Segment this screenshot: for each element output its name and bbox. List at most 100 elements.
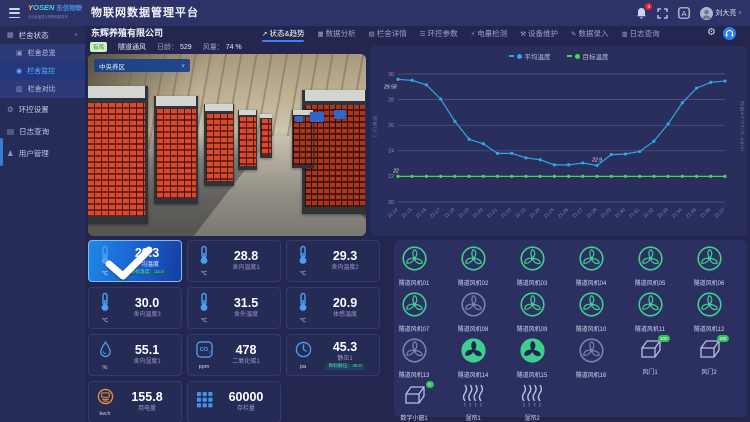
- language-icon[interactable]: A: [678, 7, 690, 19]
- sensor-card-舍内温度1[interactable]: ℃ 28.8舍内温度1: [187, 240, 281, 282]
- svg-text:21:28: 21:28: [585, 207, 598, 220]
- svg-text:21:22: 21:22: [500, 207, 513, 220]
- device-隧道风机13[interactable]: 隧道风机13: [385, 337, 443, 379]
- sensor-card-二氧化碳1[interactable]: CO2ppm 478二氧化碳1: [187, 334, 281, 376]
- settings-gear-icon[interactable]: ⚙: [707, 27, 716, 38]
- day-age: 日龄：529: [157, 42, 192, 52]
- tab-2[interactable]: ▤栏舍详情: [369, 28, 407, 39]
- tab-6[interactable]: ✎数据录入: [571, 28, 608, 39]
- tab-4[interactable]: ⚡电量检测: [471, 28, 508, 39]
- sidebar-menu-1[interactable]: ▤日志查询: [0, 120, 85, 142]
- svg-text:21:24: 21:24: [529, 207, 542, 220]
- sidebar-item-1[interactable]: ◉栏舍监控: [0, 62, 85, 80]
- sensor-card-舍内湿度1[interactable]: % 55.1舍内湿度1: [88, 334, 182, 376]
- svg-text:21:31: 21:31: [628, 207, 641, 220]
- damper-icon: 0: [401, 383, 428, 410]
- user-icon: ♟: [7, 149, 14, 158]
- sidebar-scroll-indicator[interactable]: [0, 138, 3, 166]
- logo-tagline: 自动化畜牧业物联网服务商: [28, 13, 85, 22]
- device-隧道风机15[interactable]: 隧道风机15: [503, 337, 561, 379]
- sensor-card-用电量[interactable]: kw.h 155.8用电量: [88, 381, 182, 422]
- sensor-label: 存栏量: [237, 406, 255, 414]
- thermometer-icon: [198, 245, 210, 270]
- device-隧道风机04[interactable]: 隧道风机04: [562, 245, 620, 287]
- device-隧道风机12[interactable]: 隧道风机12: [680, 291, 738, 333]
- svg-text:22: 22: [392, 168, 399, 174]
- sensor-label: 舍内温度3: [133, 312, 160, 320]
- tab-0[interactable]: ↗状态&趋势: [262, 28, 304, 39]
- thermometer-icon: [99, 245, 111, 270]
- zone-dropdown[interactable]: 中央养区 ∨: [94, 59, 190, 72]
- svg-text:22.9: 22.9: [591, 158, 602, 164]
- device-湿帘2[interactable]: 湿帘2: [503, 383, 561, 422]
- device-隧道风机16[interactable]: 隧道风机16: [562, 337, 620, 379]
- device-隧道风机14[interactable]: 隧道风机14: [444, 337, 502, 379]
- svg-text:21:32: 21:32: [642, 207, 655, 220]
- sidebar-group-status[interactable]: ▦ 栏舍状态 ∧: [0, 26, 85, 44]
- sensor-card-平均温度[interactable]: ℃ 29.3平均温度目标温度：22.0: [88, 240, 182, 282]
- device-隧道风机09[interactable]: 隧道风机09: [503, 291, 561, 333]
- device-label: 隧道风机11: [621, 324, 679, 333]
- tab-3[interactable]: ☰环控参数: [420, 28, 458, 39]
- sensor-unit: ℃: [300, 271, 306, 277]
- tab-5[interactable]: ⚒设备维护: [520, 28, 558, 39]
- sidebar-item-0[interactable]: ▣栏舍总览: [0, 44, 85, 62]
- fan-icon: [637, 291, 664, 318]
- company-selector[interactable]: 东辉养殖有限公司: [91, 26, 163, 41]
- device-隧道风机07[interactable]: 隧道风机07: [385, 291, 443, 333]
- legend-avg-temp[interactable]: 平均温度: [509, 51, 551, 61]
- bell-icon[interactable]: 4: [636, 7, 647, 19]
- sensor-label: 用电量: [138, 406, 156, 414]
- fan-icon: [519, 245, 546, 272]
- sensor-card-静压1[interactable]: pa 45.3静压1目标静压：45.0: [286, 334, 380, 376]
- fullscreen-icon[interactable]: [657, 8, 668, 19]
- device-湿帘1[interactable]: 湿帘1: [444, 383, 502, 422]
- device-隧道风机08[interactable]: 隧道风机08: [444, 291, 502, 333]
- trend-icon: ↗: [262, 30, 267, 38]
- collapse-sidebar-icon[interactable]: [9, 8, 20, 18]
- brand-logo: YOSEN东信物联 自动化畜牧业物联网服务商: [28, 3, 88, 22]
- sidebar-menu-2[interactable]: ♟用户管理: [0, 142, 85, 164]
- tab-1[interactable]: ▦数据分析: [317, 28, 355, 39]
- user-menu[interactable]: 刘大亮 ∨: [700, 7, 742, 20]
- svg-text:21:34: 21:34: [671, 207, 684, 220]
- device-隧道风机05[interactable]: 隧道风机05: [621, 245, 679, 287]
- fan-icon: [578, 291, 605, 318]
- device-label: 风门1: [621, 367, 679, 376]
- legend-target-temp[interactable]: 目标温度: [567, 51, 609, 61]
- svg-text:26: 26: [388, 123, 394, 129]
- sidebar-menu-0[interactable]: ⚙环控设置: [0, 98, 85, 120]
- device-隧道风机03[interactable]: 隧道风机03: [503, 245, 561, 287]
- device-label: 隧道风机02: [444, 278, 502, 287]
- device-隧道风机11[interactable]: 隧道风机11: [621, 291, 679, 333]
- fan-icon: [578, 245, 605, 272]
- sidebar-item-2[interactable]: ▥栏舍对比: [0, 80, 85, 98]
- device-风门2[interactable]: 100 风门2: [680, 337, 738, 376]
- device-隧道风机02[interactable]: 隧道风机02: [444, 245, 502, 287]
- logo-osen: OSEN: [33, 3, 54, 12]
- cage-rack: [204, 104, 234, 186]
- svg-text:21:23: 21:23: [514, 207, 527, 220]
- sensor-card-体感温度[interactable]: ℃ 20.9体感温度: [286, 287, 380, 329]
- sensor-card-舍外温度[interactable]: ℃ 31.5舍外温度: [187, 287, 281, 329]
- sensor-unit: ℃: [201, 318, 207, 324]
- sensor-card-舍内温度3[interactable]: ℃ 30.0舍内温度3: [88, 287, 182, 329]
- device-隧道风机06[interactable]: 隧道风机06: [680, 245, 738, 287]
- sensor-card-存栏量[interactable]: 60000存栏量: [187, 381, 281, 422]
- sensor-card-舍内温度2[interactable]: ℃ 29.3舍内温度2: [286, 240, 380, 282]
- header-actions: 4 A 刘大亮 ∨: [636, 0, 742, 26]
- svg-text:21:16: 21:16: [415, 207, 428, 220]
- tab-7[interactable]: ▥日志查询: [621, 28, 659, 39]
- svg-text:21:35: 21:35: [685, 207, 698, 220]
- sidebar-group-label: 栏舍状态: [19, 30, 49, 41]
- detail-icon: ▤: [369, 30, 375, 38]
- device-隧道风机01[interactable]: 隧道风机01: [385, 245, 443, 287]
- assistant-fab[interactable]: [723, 27, 736, 40]
- device-隧道风机10[interactable]: 隧道风机10: [562, 291, 620, 333]
- device-数字小窗1[interactable]: 0 数字小窗1: [385, 383, 443, 422]
- fan-icon: [401, 337, 428, 364]
- sensor-label: 平均温度: [135, 262, 159, 270]
- device-label: 风门2: [680, 367, 738, 376]
- thermometer-icon: [99, 292, 111, 317]
- device-风门1[interactable]: 100 风门1: [621, 337, 679, 376]
